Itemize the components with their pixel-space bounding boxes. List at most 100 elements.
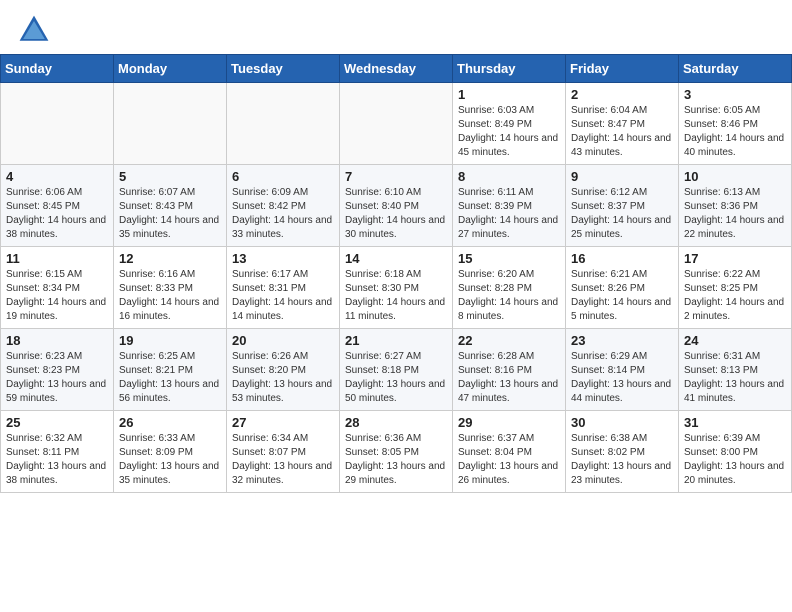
day-info: Sunrise: 6:10 AMSunset: 8:40 PMDaylight:… (345, 186, 447, 242)
day-number: 2 (571, 87, 673, 102)
day-info: Sunrise: 6:04 AMSunset: 8:47 PMDaylight:… (571, 104, 673, 160)
calendar-week-3: 11 Sunrise: 6:15 AMSunset: 8:34 PMDayligh… (1, 247, 792, 329)
day-number: 28 (345, 415, 447, 430)
day-number: 13 (232, 251, 334, 266)
calendar-week-1: 1 Sunrise: 6:03 AMSunset: 8:49 PMDaylight… (1, 83, 792, 165)
calendar-header-friday: Friday (566, 55, 679, 83)
calendar-cell: 26 Sunrise: 6:33 AMSunset: 8:09 PMDayligh… (114, 411, 227, 493)
day-info: Sunrise: 6:06 AMSunset: 8:45 PMDaylight:… (6, 186, 108, 242)
day-number: 31 (684, 415, 786, 430)
day-number: 3 (684, 87, 786, 102)
calendar-cell: 18 Sunrise: 6:23 AMSunset: 8:23 PMDayligh… (1, 329, 114, 411)
day-info: Sunrise: 6:12 AMSunset: 8:37 PMDaylight:… (571, 186, 673, 242)
day-info: Sunrise: 6:23 AMSunset: 8:23 PMDaylight:… (6, 350, 108, 406)
calendar-cell: 30 Sunrise: 6:38 AMSunset: 8:02 PMDayligh… (566, 411, 679, 493)
calendar-cell (1, 83, 114, 165)
day-number: 23 (571, 333, 673, 348)
calendar-cell: 12Sunrise: 6:16 AMSunset: 8:33 PMDayligh… (114, 247, 227, 329)
day-number: 11 (6, 251, 108, 266)
day-info: Sunrise: 6:11 AMSunset: 8:39 PMDaylight:… (458, 186, 560, 242)
calendar-cell: 11 Sunrise: 6:15 AMSunset: 8:34 PMDayligh… (1, 247, 114, 329)
calendar-header-saturday: Saturday (679, 55, 792, 83)
calendar-cell: 28 Sunrise: 6:36 AMSunset: 8:05 PMDayligh… (340, 411, 453, 493)
calendar-cell: 9Sunrise: 6:12 AMSunset: 8:37 PMDaylight… (566, 165, 679, 247)
calendar-cell: 1 Sunrise: 6:03 AMSunset: 8:49 PMDaylight… (453, 83, 566, 165)
calendar-cell: 8 Sunrise: 6:11 AMSunset: 8:39 PMDaylight… (453, 165, 566, 247)
day-info: Sunrise: 6:32 AMSunset: 8:11 PMDaylight:… (6, 432, 108, 488)
day-number: 22 (458, 333, 560, 348)
day-number: 7 (345, 169, 447, 184)
day-number: 27 (232, 415, 334, 430)
day-number: 29 (458, 415, 560, 430)
page-header (0, 0, 792, 54)
calendar-cell: 5Sunrise: 6:07 AMSunset: 8:43 PMDaylight… (114, 165, 227, 247)
logo (16, 12, 56, 48)
day-info: Sunrise: 6:09 AMSunset: 8:42 PMDaylight:… (232, 186, 334, 242)
day-number: 26 (119, 415, 221, 430)
day-info: Sunrise: 6:37 AMSunset: 8:04 PMDaylight:… (458, 432, 560, 488)
day-info: Sunrise: 6:13 AMSunset: 8:36 PMDaylight:… (684, 186, 786, 242)
day-info: Sunrise: 6:27 AMSunset: 8:18 PMDaylight:… (345, 350, 447, 406)
day-info: Sunrise: 6:05 AMSunset: 8:46 PMDaylight:… (684, 104, 786, 160)
day-info: Sunrise: 6:26 AMSunset: 8:20 PMDaylight:… (232, 350, 334, 406)
day-number: 20 (232, 333, 334, 348)
day-number: 14 (345, 251, 447, 266)
calendar-cell: 27 Sunrise: 6:34 AMSunset: 8:07 PMDayligh… (227, 411, 340, 493)
calendar-cell: 15Sunrise: 6:20 AMSunset: 8:28 PMDayligh… (453, 247, 566, 329)
calendar-cell: 29 Sunrise: 6:37 AMSunset: 8:04 PMDayligh… (453, 411, 566, 493)
day-number: 10 (684, 169, 786, 184)
day-number: 21 (345, 333, 447, 348)
calendar-cell: 6 Sunrise: 6:09 AMSunset: 8:42 PMDaylight… (227, 165, 340, 247)
calendar-cell: 25 Sunrise: 6:32 AMSunset: 8:11 PMDayligh… (1, 411, 114, 493)
day-info: Sunrise: 6:38 AMSunset: 8:02 PMDaylight:… (571, 432, 673, 488)
calendar-cell: 2 Sunrise: 6:04 AMSunset: 8:47 PMDaylight… (566, 83, 679, 165)
day-info: Sunrise: 6:36 AMSunset: 8:05 PMDaylight:… (345, 432, 447, 488)
calendar-cell: 20 Sunrise: 6:26 AMSunset: 8:20 PMDayligh… (227, 329, 340, 411)
calendar-cell: 14 Sunrise: 6:18 AMSunset: 8:30 PMDayligh… (340, 247, 453, 329)
day-info: Sunrise: 6:22 AMSunset: 8:25 PMDaylight:… (684, 268, 786, 324)
calendar-cell: 7 Sunrise: 6:10 AMSunset: 8:40 PMDaylight… (340, 165, 453, 247)
calendar-cell: 22 Sunrise: 6:28 AMSunset: 8:16 PMDayligh… (453, 329, 566, 411)
day-info: Sunrise: 6:03 AMSunset: 8:49 PMDaylight:… (458, 104, 560, 160)
calendar-cell: 13Sunrise: 6:17 AMSunset: 8:31 PMDayligh… (227, 247, 340, 329)
calendar-header-thursday: Thursday (453, 55, 566, 83)
day-number: 30 (571, 415, 673, 430)
day-number: 1 (458, 87, 560, 102)
calendar-week-2: 4Sunrise: 6:06 AMSunset: 8:45 PMDaylight… (1, 165, 792, 247)
calendar-cell: 24 Sunrise: 6:31 AMSunset: 8:13 PMDayligh… (679, 329, 792, 411)
calendar-cell (114, 83, 227, 165)
day-info: Sunrise: 6:16 AMSunset: 8:33 PMDaylight:… (119, 268, 221, 324)
day-info: Sunrise: 6:28 AMSunset: 8:16 PMDaylight:… (458, 350, 560, 406)
day-number: 17 (684, 251, 786, 266)
calendar-cell: 31 Sunrise: 6:39 AMSunset: 8:00 PMDayligh… (679, 411, 792, 493)
calendar-cell: 17 Sunrise: 6:22 AMSunset: 8:25 PMDayligh… (679, 247, 792, 329)
day-number: 16 (571, 251, 673, 266)
day-number: 5 (119, 169, 221, 184)
day-info: Sunrise: 6:31 AMSunset: 8:13 PMDaylight:… (684, 350, 786, 406)
calendar-cell: 21 Sunrise: 6:27 AMSunset: 8:18 PMDayligh… (340, 329, 453, 411)
calendar-table: SundayMondayTuesdayWednesdayThursdayFrid… (0, 54, 792, 493)
calendar-cell (227, 83, 340, 165)
day-number: 24 (684, 333, 786, 348)
calendar-header-tuesday: Tuesday (227, 55, 340, 83)
day-number: 8 (458, 169, 560, 184)
day-info: Sunrise: 6:15 AMSunset: 8:34 PMDaylight:… (6, 268, 108, 324)
day-number: 6 (232, 169, 334, 184)
calendar-cell: 3 Sunrise: 6:05 AMSunset: 8:46 PMDaylight… (679, 83, 792, 165)
calendar-header-wednesday: Wednesday (340, 55, 453, 83)
day-info: Sunrise: 6:39 AMSunset: 8:00 PMDaylight:… (684, 432, 786, 488)
day-info: Sunrise: 6:29 AMSunset: 8:14 PMDaylight:… (571, 350, 673, 406)
day-info: Sunrise: 6:18 AMSunset: 8:30 PMDaylight:… (345, 268, 447, 324)
day-info: Sunrise: 6:33 AMSunset: 8:09 PMDaylight:… (119, 432, 221, 488)
calendar-header-sunday: Sunday (1, 55, 114, 83)
day-number: 15 (458, 251, 560, 266)
calendar-cell: 16 Sunrise: 6:21 AMSunset: 8:26 PMDayligh… (566, 247, 679, 329)
calendar-header-monday: Monday (114, 55, 227, 83)
day-number: 18 (6, 333, 108, 348)
day-info: Sunrise: 6:34 AMSunset: 8:07 PMDaylight:… (232, 432, 334, 488)
calendar-cell: 10 Sunrise: 6:13 AMSunset: 8:36 PMDayligh… (679, 165, 792, 247)
day-number: 25 (6, 415, 108, 430)
day-info: Sunrise: 6:21 AMSunset: 8:26 PMDaylight:… (571, 268, 673, 324)
calendar-week-5: 25 Sunrise: 6:32 AMSunset: 8:11 PMDayligh… (1, 411, 792, 493)
day-number: 19 (119, 333, 221, 348)
